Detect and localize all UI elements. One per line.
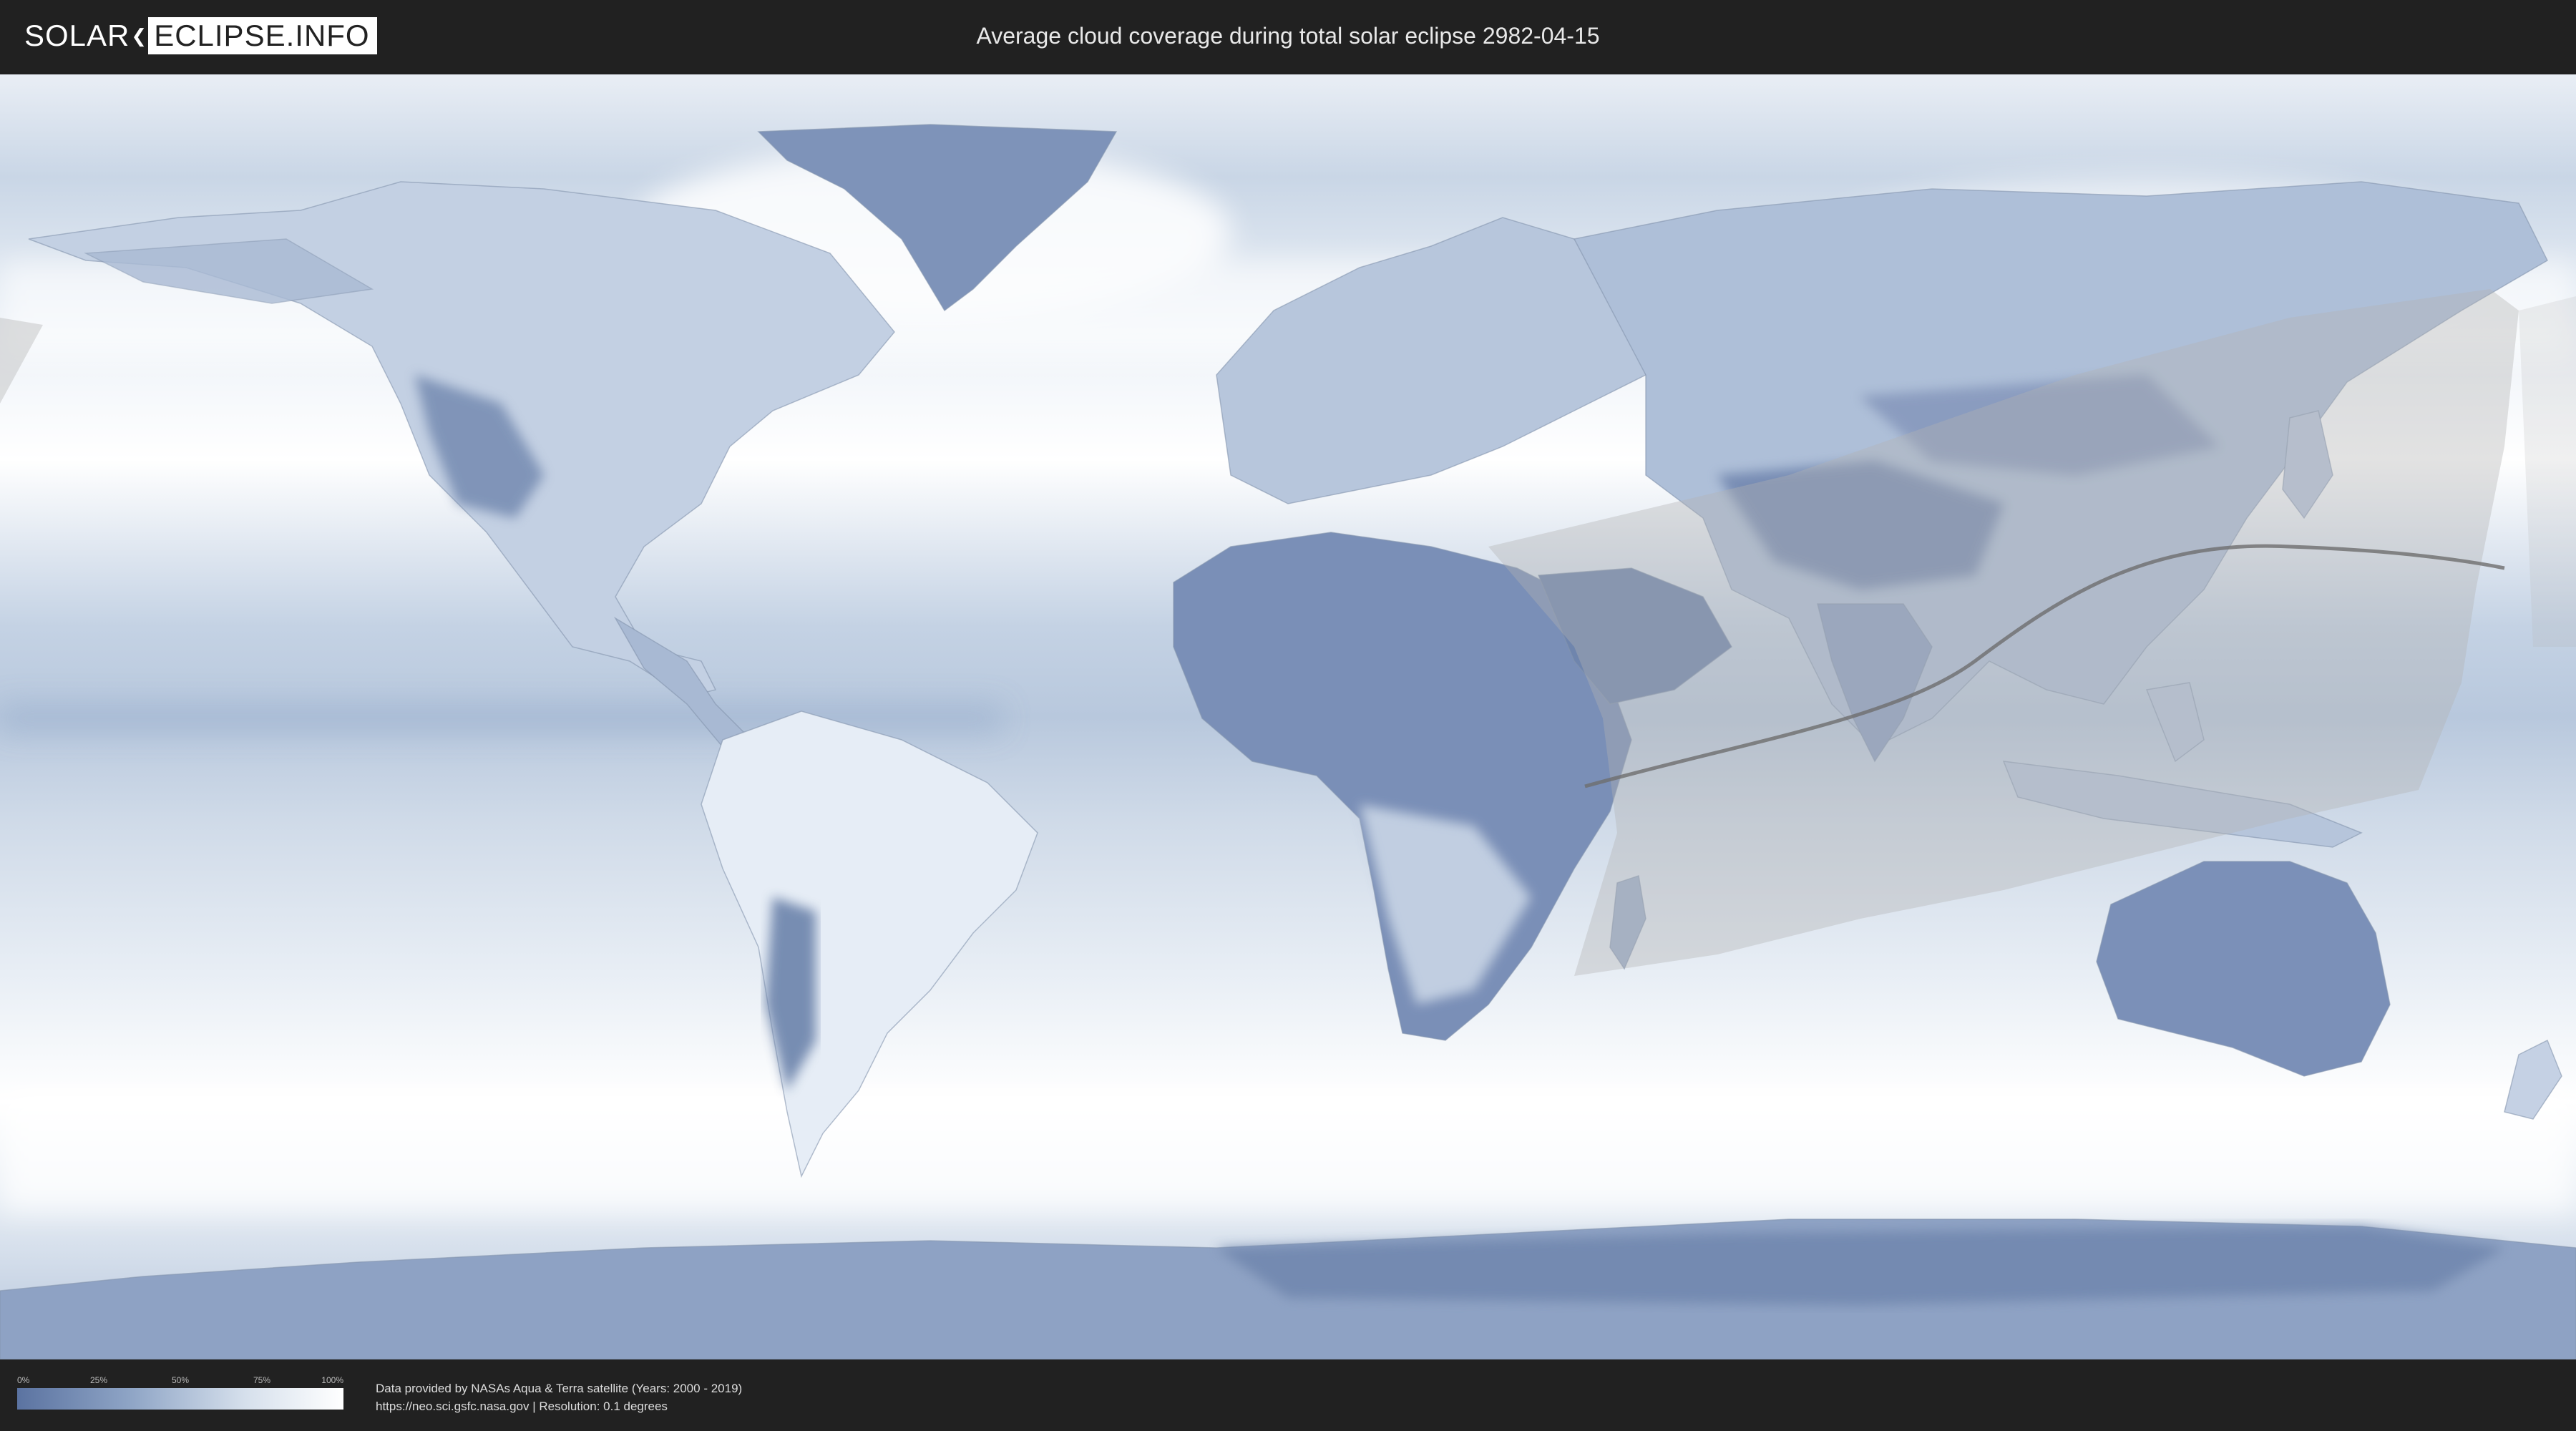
legend-tick-0: 0% xyxy=(17,1375,30,1385)
legend-gradient-bar xyxy=(17,1388,343,1410)
footer-bar: 0% 25% 50% 75% 100% Data provided by NAS… xyxy=(0,1359,2576,1431)
legend-tick-25: 25% xyxy=(89,1375,108,1385)
cloud-coverage-map[interactable] xyxy=(0,74,2576,1359)
cloud-coverage-legend: 0% 25% 50% 75% 100% xyxy=(17,1375,343,1410)
credit-line-source: Data provided by NASAs Aqua & Terra sate… xyxy=(376,1382,743,1395)
legend-tick-50: 50% xyxy=(171,1375,190,1385)
legend-ticks: 0% 25% 50% 75% 100% xyxy=(17,1375,343,1388)
data-credits: Data provided by NASAs Aqua & Terra sate… xyxy=(376,1379,742,1415)
map-frame xyxy=(0,74,2576,1359)
credit-line-url[interactable]: https://neo.sci.gsfc.nasa.gov | Resoluti… xyxy=(376,1397,742,1415)
page-title: Average cloud coverage during total sola… xyxy=(976,23,1600,49)
legend-tick-100: 100% xyxy=(321,1375,343,1385)
legend-tick-75: 75% xyxy=(253,1375,271,1385)
header-bar: SOLAR ❮ ECLIPSE.INFO Average cloud cover… xyxy=(0,0,2576,72)
